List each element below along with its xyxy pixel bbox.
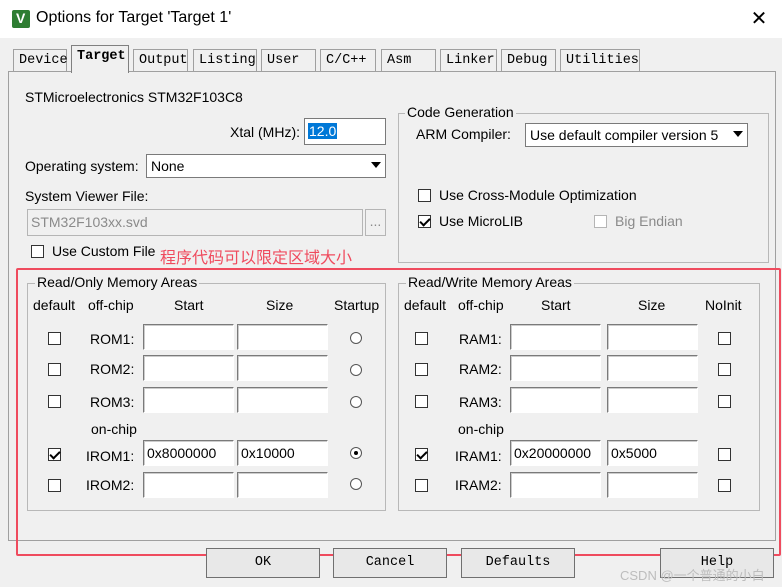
tab-device[interactable]: Device xyxy=(13,49,68,71)
tab-linker[interactable]: Linker xyxy=(440,49,497,71)
close-icon[interactable]: ✕ xyxy=(744,4,774,32)
cross-module-checkbox[interactable] xyxy=(418,189,431,202)
annotation-text: 程序代码可以限定区域大小 xyxy=(160,250,353,267)
arm-compiler-value: Use default compiler version 5 xyxy=(530,127,719,143)
code-generation-title: Code Generation xyxy=(405,104,516,120)
svd-browse-button[interactable]: ... xyxy=(365,209,386,236)
microlib-checkbox[interactable] xyxy=(418,215,431,228)
cancel-button[interactable]: Cancel xyxy=(333,548,447,578)
highlight-box xyxy=(16,268,781,556)
window-title: Options for Target 'Target 1' xyxy=(36,9,232,26)
tab-asm[interactable]: Asm xyxy=(381,49,436,71)
defaults-button[interactable]: Defaults xyxy=(461,548,575,578)
xtal-input[interactable]: 12.0 xyxy=(304,118,386,145)
os-select[interactable]: None xyxy=(146,154,386,178)
svd-label: System Viewer File: xyxy=(25,188,149,204)
custom-file-checkbox[interactable] xyxy=(31,245,44,258)
ok-button[interactable]: OK xyxy=(206,548,320,578)
keil-app-icon: V xyxy=(12,10,30,28)
big-endian-label: Big Endian xyxy=(615,213,683,229)
svd-input[interactable]: STM32F103xx.svd xyxy=(27,209,363,236)
custom-file-label: Use Custom File xyxy=(52,243,156,259)
arm-compiler-label: ARM Compiler: xyxy=(416,126,511,142)
tab-output[interactable]: Output xyxy=(133,49,188,71)
tab-user[interactable]: User xyxy=(261,49,316,71)
cross-module-label: Use Cross-Module Optimization xyxy=(439,187,637,203)
tab-target[interactable]: Target xyxy=(71,45,129,73)
tab-listing[interactable]: Listing xyxy=(193,49,257,71)
app-icon-letter: V xyxy=(16,10,26,26)
xtal-value: 12.0 xyxy=(308,123,338,139)
csdn-watermark: CSDN @一个普通的小白 xyxy=(620,568,765,583)
big-endian-checkbox[interactable] xyxy=(594,215,607,228)
chevron-down-icon xyxy=(371,162,381,168)
microlib-label: Use MicroLIB xyxy=(439,213,524,229)
tab-cpp[interactable]: C/C++ xyxy=(320,49,376,71)
tab-debug[interactable]: Debug xyxy=(501,49,556,71)
os-label: Operating system: xyxy=(25,158,139,174)
tab-utilities[interactable]: Utilities xyxy=(560,49,640,71)
os-value: None xyxy=(151,158,185,174)
device-name: STMicroelectronics STM32F103C8 xyxy=(25,89,243,105)
arm-compiler-select[interactable]: Use default compiler version 5 xyxy=(525,123,748,147)
xtal-label: Xtal (MHz): xyxy=(230,124,300,140)
chevron-down-icon xyxy=(733,131,743,137)
